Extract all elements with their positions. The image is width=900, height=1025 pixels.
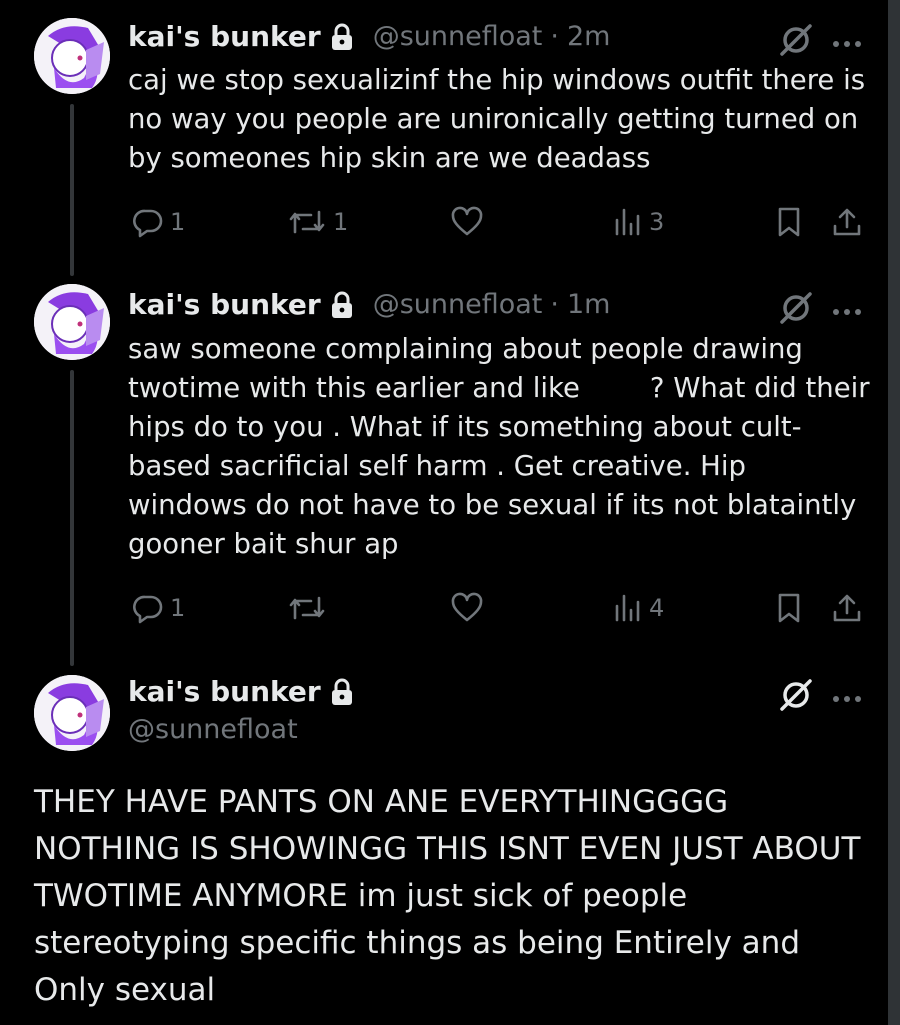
- separator-dot: ·: [550, 21, 559, 52]
- separator-dot: ·: [550, 289, 559, 320]
- share-icon: [831, 206, 863, 238]
- avatar[interactable]: [34, 675, 110, 751]
- repost-count: 1: [333, 208, 349, 236]
- username-handle[interactable]: @sunnefloat: [128, 714, 298, 745]
- display-name[interactable]: kai's bunker: [128, 288, 321, 321]
- share-button[interactable]: [831, 588, 863, 628]
- views-count: 4: [649, 594, 665, 622]
- lock-icon: [329, 23, 355, 51]
- views-count: 3: [649, 208, 665, 236]
- timestamp[interactable]: 2m: [567, 21, 610, 52]
- share-icon: [831, 592, 863, 624]
- grok-icon[interactable]: [778, 22, 814, 58]
- username-handle[interactable]: @sunnefloat: [373, 21, 543, 52]
- reply-button[interactable]: 1: [132, 588, 185, 628]
- bookmark-icon: [775, 206, 803, 238]
- views-icon: [613, 206, 643, 238]
- reply-tweet[interactable]: kai's bunker @sunnefloat · 2m caj we sto…: [0, 0, 885, 270]
- display-name[interactable]: kai's bunker: [128, 675, 321, 708]
- reply-count: 1: [170, 594, 186, 622]
- repost-button[interactable]: 1: [287, 202, 348, 242]
- heart-icon: [450, 206, 484, 238]
- like-button[interactable]: [450, 588, 490, 628]
- views-button[interactable]: 3: [613, 202, 664, 242]
- timestamp[interactable]: 1m: [567, 289, 610, 320]
- display-name[interactable]: kai's bunker: [128, 20, 321, 53]
- tweet-header: kai's bunker @sunnefloat · 1m: [128, 288, 610, 321]
- lock-icon: [329, 678, 355, 706]
- tweet-text: caj we stop sexualizinf the hip windows …: [128, 64, 866, 174]
- scrollbar[interactable]: [888, 0, 900, 1025]
- share-button[interactable]: [831, 202, 863, 242]
- views-icon: [613, 592, 643, 624]
- more-icon[interactable]: [831, 689, 863, 702]
- tweet-text: THEY HAVE PANTS ON ANE EVERYTHINGGGG NOT…: [34, 784, 861, 1008]
- tweet-header: kai's bunker: [128, 675, 355, 708]
- reply-icon: [132, 206, 164, 238]
- avatar[interactable]: [34, 284, 110, 360]
- like-button[interactable]: [450, 202, 490, 242]
- lock-icon: [329, 291, 355, 319]
- heart-icon: [450, 592, 484, 624]
- reply-icon: [132, 592, 164, 624]
- action-bar: 1 4: [0, 588, 885, 628]
- action-bar: 1 1 3: [0, 202, 885, 242]
- tweet-header: kai's bunker @sunnefloat · 2m: [128, 20, 610, 53]
- reply-tweet[interactable]: kai's bunker @sunnefloat · 1m saw someon…: [0, 270, 885, 665]
- bookmark-button[interactable]: [775, 588, 803, 628]
- tweet-text: saw someone complaining about people dra…: [128, 333, 879, 560]
- repost-icon: [287, 592, 327, 624]
- repost-button[interactable]: [287, 588, 333, 628]
- views-button[interactable]: 4: [613, 588, 664, 628]
- repost-icon: [287, 206, 327, 238]
- bookmark-button[interactable]: [775, 202, 803, 242]
- avatar[interactable]: [34, 18, 110, 94]
- more-icon[interactable]: [831, 34, 863, 47]
- bookmark-icon: [775, 592, 803, 624]
- more-icon[interactable]: [831, 302, 863, 315]
- grok-icon[interactable]: [778, 290, 814, 326]
- reply-button[interactable]: 1: [132, 202, 185, 242]
- grok-icon[interactable]: [778, 677, 814, 713]
- reply-count: 1: [170, 208, 186, 236]
- username-handle[interactable]: @sunnefloat: [373, 289, 543, 320]
- main-tweet[interactable]: kai's bunker @sunnefloat THEY HAVE PANTS…: [0, 665, 885, 1025]
